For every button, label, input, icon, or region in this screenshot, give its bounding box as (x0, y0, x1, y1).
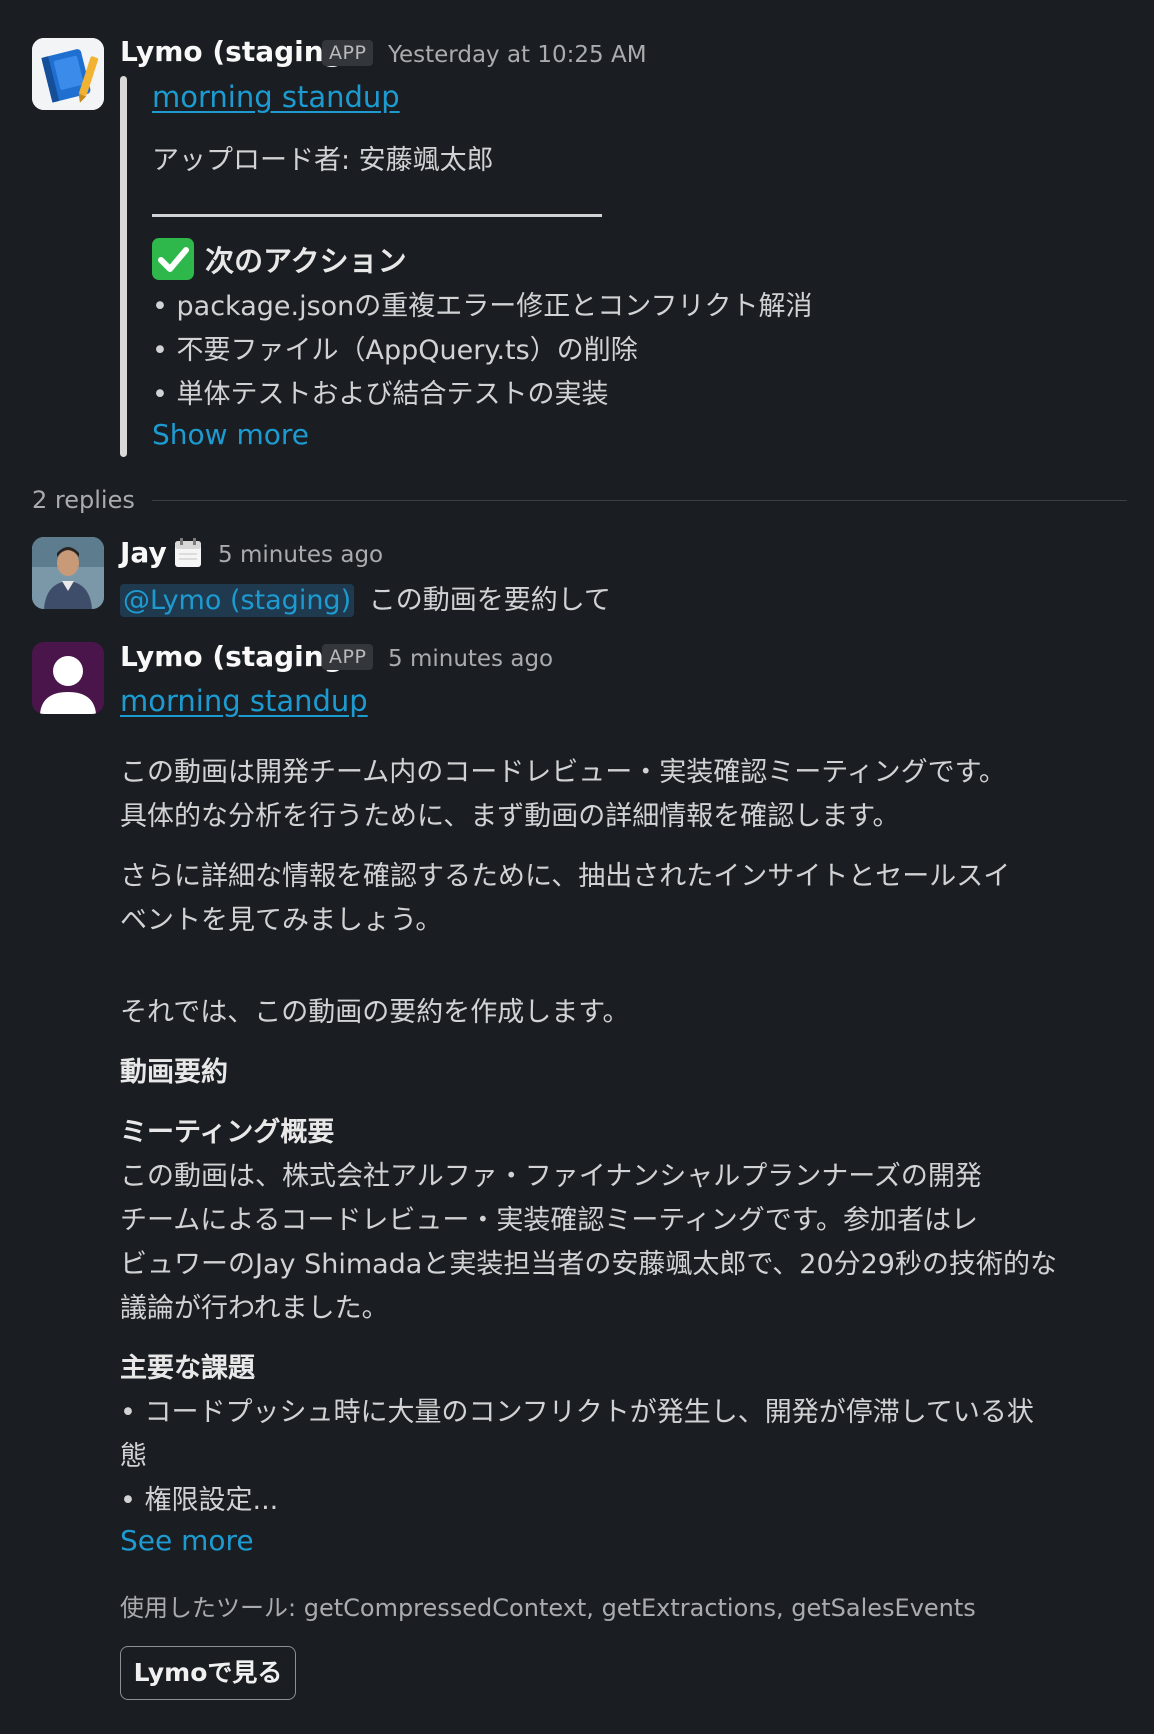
paragraph-line: ビュワーのJay Shimadaと実装担当者の安藤颯太郎で、20分29秒の技術的… (120, 1249, 1057, 1280)
app-badge: APP (322, 40, 374, 66)
message-author[interactable]: Jay (120, 536, 167, 569)
message-text: この動画を要約して (368, 585, 611, 616)
bot-avatar[interactable] (32, 642, 104, 714)
message-body: @Lymo (staging) この動画を要約して (120, 578, 611, 617)
notebook-icon (32, 38, 104, 110)
user-avatar[interactable] (32, 537, 104, 609)
paragraph-line: 議論が行われました。 (120, 1293, 389, 1324)
list-item: • package.jsonの重複エラー修正とコンフリクト解消 (152, 291, 813, 322)
paragraph-line: チームによるコードレビュー・実装確認ミーティングです。参加者はレ (120, 1205, 979, 1236)
app-badge: APP (322, 644, 374, 670)
list-item: • 単体テストおよび結合テストの実装 (152, 379, 609, 410)
message-timestamp[interactable]: 5 minutes ago (218, 542, 383, 568)
bot-avatar[interactable] (32, 38, 104, 110)
list-item-text: コードプッシュ時に大量のコンフリクトが発生し、開発が停滞している状 (144, 1397, 1034, 1428)
attachment-quote-bar (120, 76, 127, 457)
user-photo-icon (32, 537, 104, 609)
list-item-continuation: 態 (120, 1441, 147, 1472)
default-user-icon (32, 642, 104, 714)
message-timestamp[interactable]: Yesterday at 10:25 AM (388, 42, 647, 68)
list-item-text: 単体テストおよび結合テストの実装 (176, 379, 609, 410)
list-item-text: 不要ファイル（AppQuery.ts）の削除 (176, 335, 638, 366)
video-link-text[interactable]: morning standup (152, 80, 400, 114)
thread-divider (152, 500, 1127, 501)
list-item-text: 権限設定... (144, 1485, 279, 1516)
uploader-text: アップロード者: 安藤颯太郎 (152, 145, 494, 176)
paragraph-line: さらに詳細な情報を確認するために、抽出されたインサイトとセールスイ (120, 861, 1011, 892)
video-link-text[interactable]: morning standup (120, 684, 368, 718)
video-link[interactable]: morning standup (152, 80, 400, 114)
see-more-link[interactable]: See more (120, 1524, 254, 1557)
paragraph-line: それでは、この動画の要約を作成します。 (120, 997, 630, 1028)
user-mention[interactable]: @Lymo (staging) (120, 584, 355, 617)
calendar-icon (174, 538, 202, 568)
open-in-lymo-button[interactable]: Lymoで見る (120, 1646, 296, 1700)
actions-heading: 次のアクション (152, 238, 407, 280)
paragraph-line: ベントを見てみましょう。 (120, 905, 443, 936)
section-heading-overview: ミーティング概要 (120, 1117, 335, 1148)
section-heading-summary: 動画要約 (120, 1057, 228, 1088)
list-item: • 不要ファイル（AppQuery.ts）の削除 (152, 335, 638, 366)
check-mark-icon (152, 238, 194, 280)
actions-title: 次のアクション (205, 244, 407, 278)
list-item-text: package.jsonの重複エラー修正とコンフリクト解消 (176, 291, 813, 322)
list-item: • 権限設定... (120, 1485, 279, 1516)
paragraph-line: この動画は、株式会社アルファ・ファイナンシャルプランナーズの開発 (120, 1161, 982, 1192)
replies-count[interactable]: 2 replies (32, 486, 135, 514)
paragraph-line: この動画は開発チーム内のコードレビュー・実装確認ミーティングです。 (120, 757, 1006, 788)
message-timestamp[interactable]: 5 minutes ago (388, 646, 553, 672)
divider-line (152, 214, 602, 217)
show-more-link[interactable]: Show more (152, 418, 309, 451)
paragraph-line: 具体的な分析を行うために、まず動画の詳細情報を確認します。 (120, 801, 900, 832)
video-link[interactable]: morning standup (120, 684, 368, 718)
tools-used-text: 使用したツール: getCompressedContext, getExtrac… (120, 1594, 976, 1622)
list-item: • コードプッシュ時に大量のコンフリクトが発生し、開発が停滞している状 (120, 1397, 1034, 1428)
section-heading-issues: 主要な課題 (120, 1353, 255, 1384)
